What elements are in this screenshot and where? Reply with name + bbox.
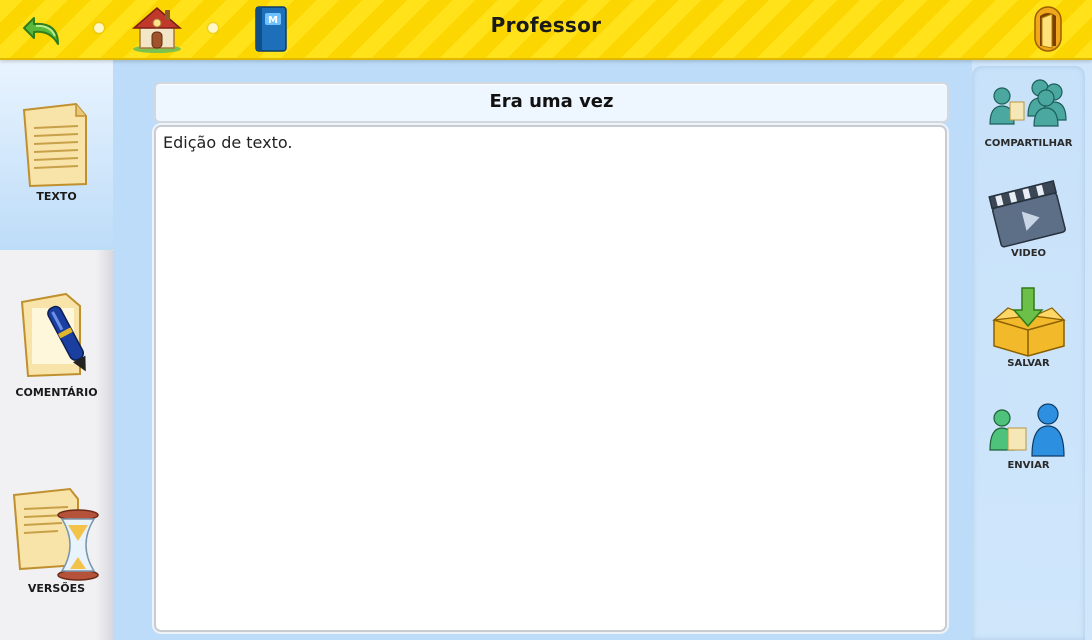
right-action-bar: COMPARTILHAR VIDEO SALVAR ENVIAR — [972, 66, 1085, 640]
send-button[interactable]: ENVIAR — [972, 402, 1085, 482]
share-button[interactable]: COMPARTILHAR — [972, 76, 1085, 149]
save-box-icon — [988, 286, 1070, 362]
share-people-icon — [988, 76, 1070, 136]
document-title-box[interactable]: Era uma vez — [154, 82, 949, 123]
editor-content[interactable]: Edição de texto. — [163, 133, 292, 152]
clapperboard-icon — [988, 176, 1070, 252]
text-editor[interactable]: Edição de texto. — [154, 125, 947, 632]
send-users-icon — [988, 402, 1070, 466]
tab-texto[interactable]: TEXTO — [0, 60, 114, 250]
tab-versoes[interactable]: VERSÕES — [0, 485, 113, 605]
save-label: SALVAR — [1007, 358, 1050, 369]
video-button[interactable]: VIDEO — [972, 176, 1085, 259]
hourglass-versions-icon — [12, 485, 104, 585]
document-title: Era uma vez — [489, 91, 614, 112]
tab-texto-label: TEXTO — [36, 190, 77, 203]
share-label: COMPARTILHAR — [984, 138, 1073, 149]
send-label: ENVIAR — [1007, 460, 1050, 471]
text-document-icon — [20, 100, 92, 194]
left-sidebar: TEXTO COMENTÁRIO VERSÕES — [0, 60, 114, 640]
tab-comentario[interactable]: COMENTÁRIO — [0, 290, 113, 410]
tab-comentario-label: COMENTÁRIO — [15, 386, 98, 399]
top-bar: M Professor — [0, 0, 1092, 60]
tab-versoes-label: VERSÕES — [27, 582, 86, 595]
main-panel: Era uma vez Edição de texto. — [113, 60, 972, 640]
pen-comment-icon — [18, 290, 98, 386]
page-title: Professor — [490, 13, 602, 37]
video-label: VIDEO — [1010, 248, 1047, 259]
save-button[interactable]: SALVAR — [972, 286, 1085, 376]
exit-door-icon[interactable] — [1026, 4, 1076, 54]
